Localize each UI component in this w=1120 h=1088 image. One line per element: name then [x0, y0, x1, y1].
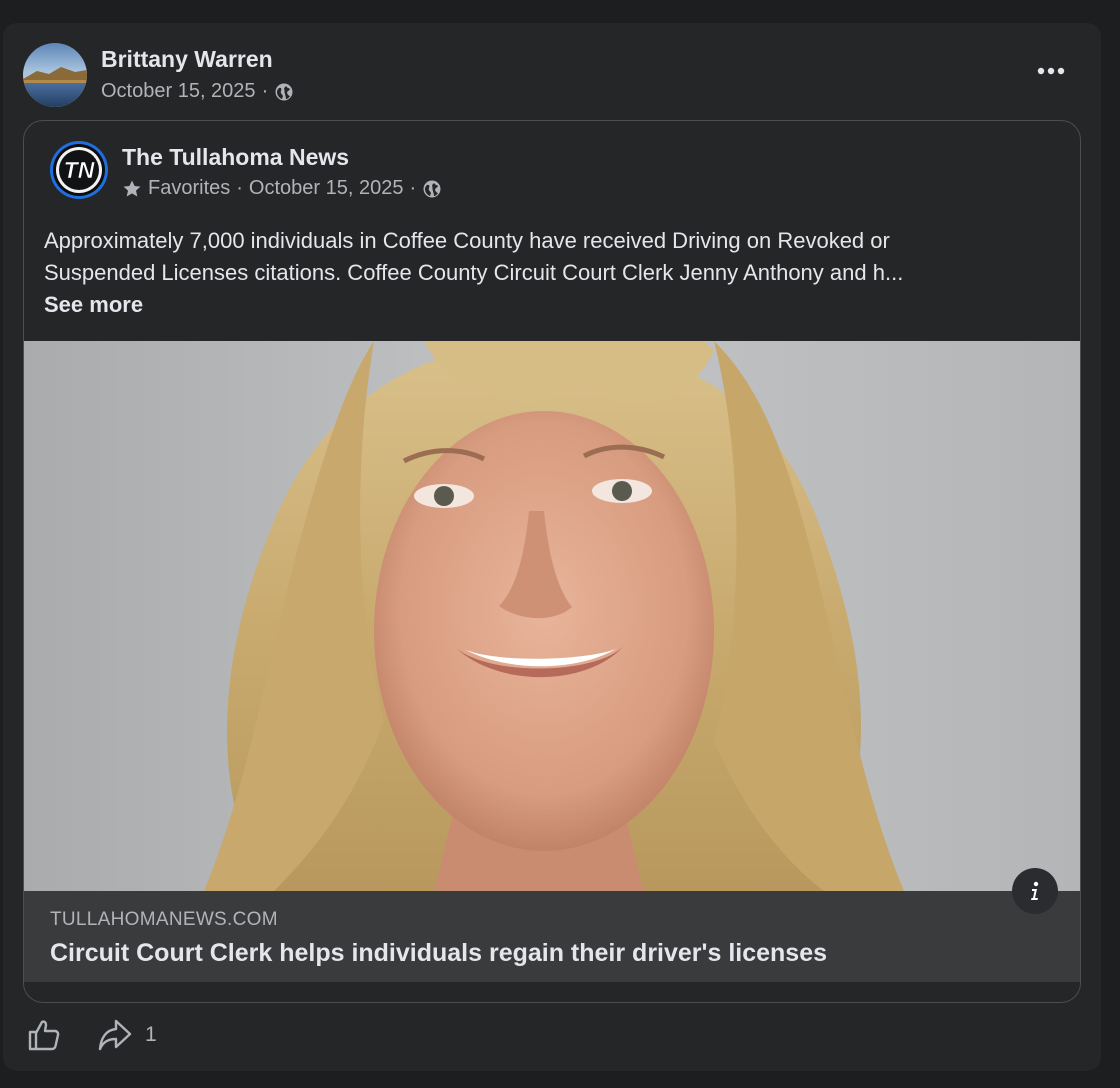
page-logo[interactable]: TN [49, 140, 109, 200]
post-date[interactable]: October 15, 2025 [101, 80, 256, 103]
thumbs-up-icon [28, 1020, 60, 1051]
share-icon [98, 1019, 132, 1051]
share-button[interactable]: 1 [97, 1018, 157, 1052]
info-button[interactable] [1012, 868, 1058, 914]
link-preview-footer[interactable]: TULLAHOMANEWS.COM Circuit Court Clerk he… [24, 891, 1080, 982]
page-logo-text: TN [64, 157, 95, 183]
meta-separator: · [236, 177, 243, 199]
post-text-line: Approximately 7,000 individuals in Coffe… [44, 228, 890, 253]
post-body-text: Approximately 7,000 individuals in Coffe… [44, 225, 1064, 321]
author-avatar[interactable] [23, 43, 87, 107]
link-domain: TULLAHOMANEWS.COM [50, 909, 278, 930]
globe-icon [274, 82, 294, 102]
post-meta: October 15, 2025 · [101, 80, 294, 103]
meta-separator: · [261, 80, 269, 102]
shared-post-meta: Favorites · October 15, 2025 · [122, 177, 442, 200]
page-name[interactable]: The Tullahoma News [122, 144, 349, 171]
shared-post: TN The Tullahoma News Favorites · Octobe… [23, 120, 1081, 1003]
favorites-label: Favorites [148, 177, 231, 199]
author-name[interactable]: Brittany Warren [101, 46, 273, 73]
globe-icon [422, 179, 442, 199]
shared-post-date[interactable]: October 15, 2025 [249, 177, 404, 200]
like-button[interactable] [27, 1018, 61, 1052]
post-actions: 1 [27, 1018, 157, 1052]
more-options-icon [1037, 67, 1065, 75]
star-icon [122, 179, 142, 199]
post-card: Brittany Warren October 15, 2025 · TN Th… [3, 23, 1101, 1071]
see-more-link[interactable]: See more [44, 289, 1064, 321]
info-icon [1031, 881, 1039, 900]
link-headline[interactable]: Circuit Court Clerk helps individuals re… [50, 939, 827, 968]
share-count: 1 [145, 1023, 157, 1046]
post-text-line: Suspended Licenses citations. Coffee Cou… [44, 260, 904, 285]
article-photo[interactable] [24, 341, 1080, 891]
more-options-button[interactable] [1031, 57, 1071, 85]
meta-separator: · [409, 177, 417, 199]
